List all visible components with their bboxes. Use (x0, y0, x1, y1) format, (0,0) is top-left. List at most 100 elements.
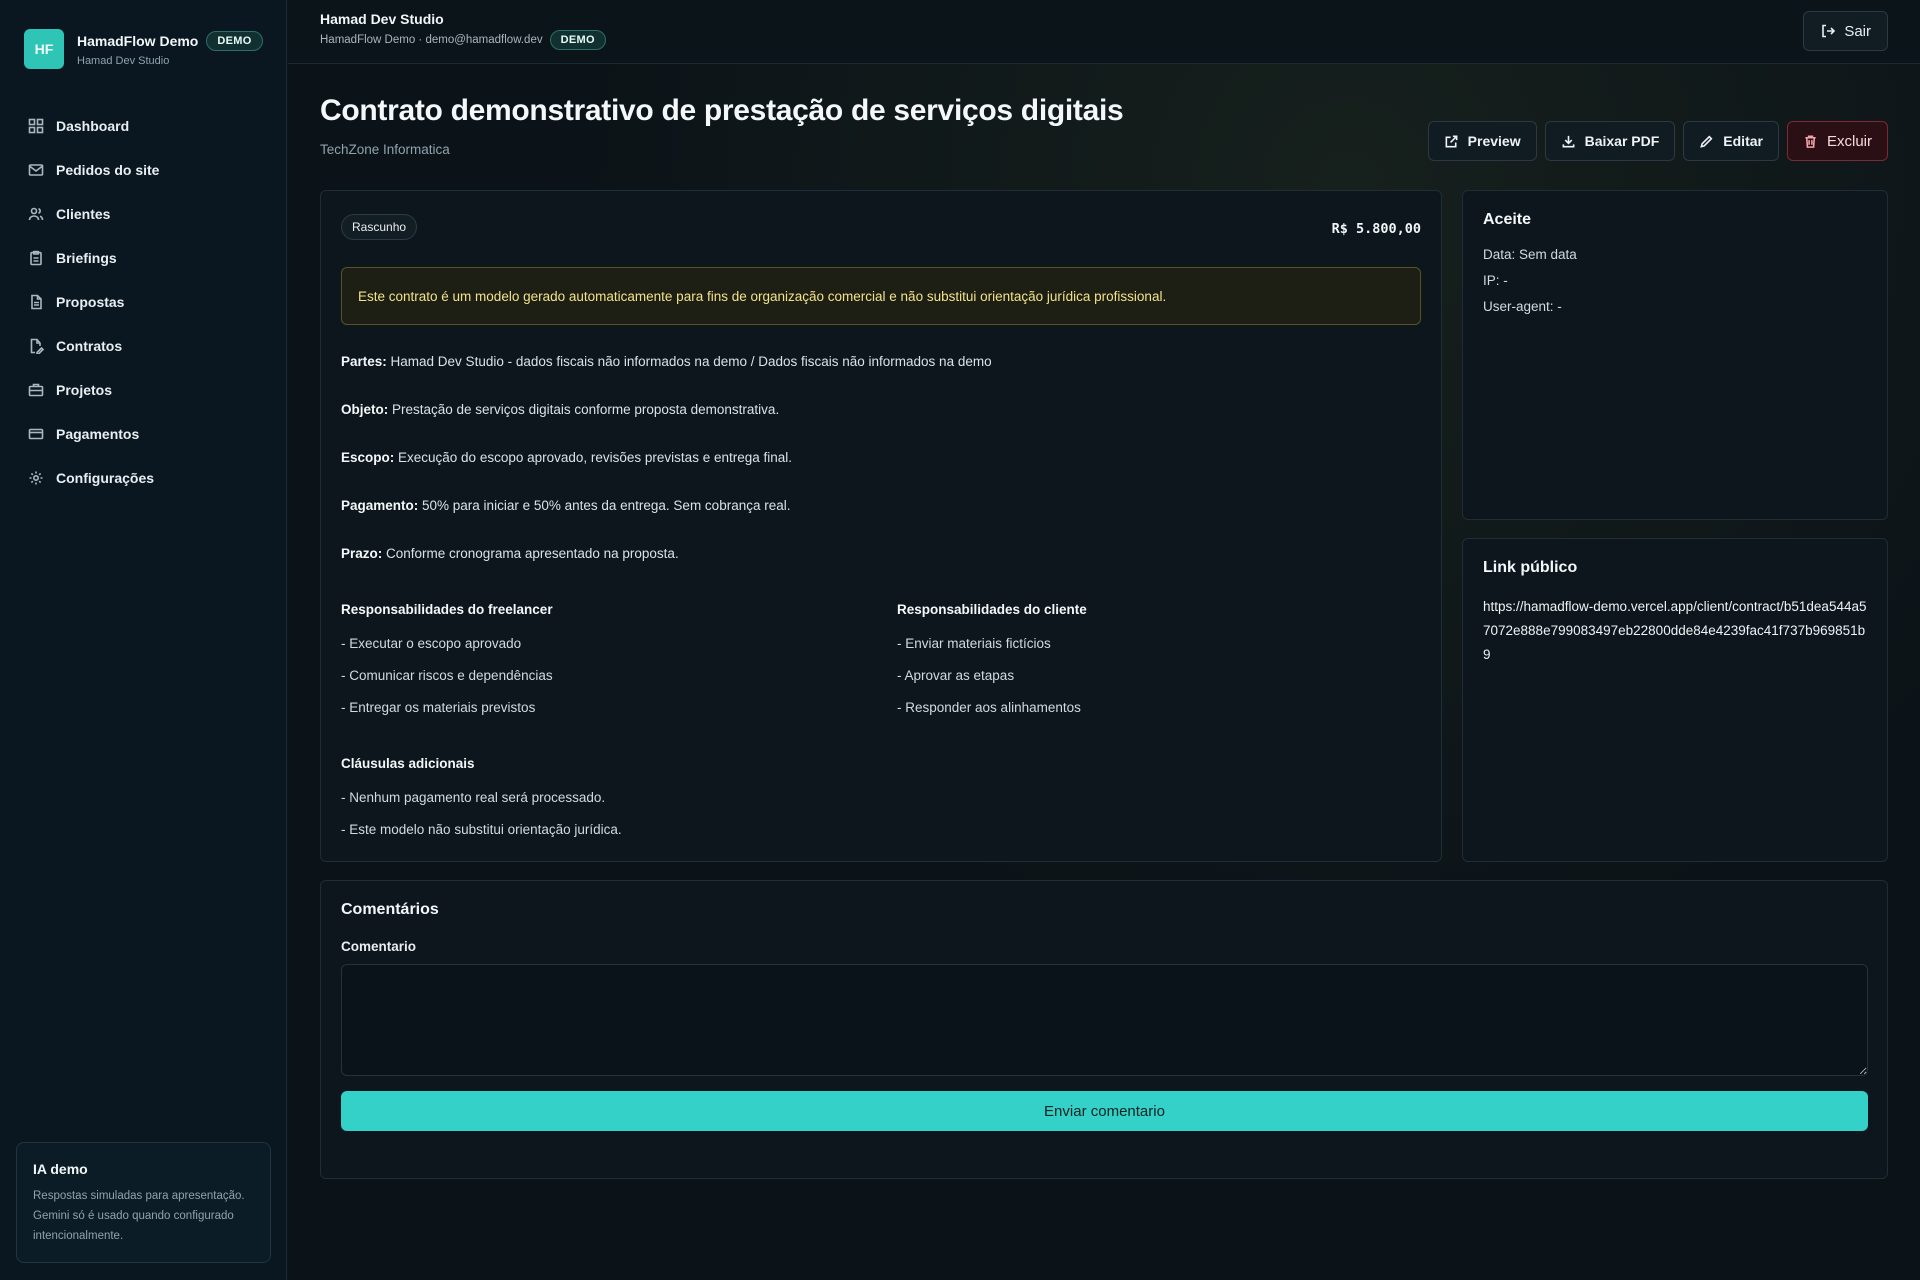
brand-subtitle: Hamad Dev Studio (77, 55, 170, 67)
legal-notice: Este contrato é um modelo gerado automat… (341, 267, 1421, 325)
delete-button[interactable]: Excluir (1786, 121, 1888, 161)
list-item: - Aprovar as etapas (897, 668, 1015, 683)
sidebar-item-contratos[interactable]: Contratos (0, 324, 287, 368)
download-icon (1562, 135, 1575, 147)
clause-text: 50% para iniciar e 50% antes da entrega.… (418, 498, 791, 513)
credit-card-icon (28, 428, 44, 440)
clause-prazo: Prazo: Conforme cronograma apresentado n… (341, 546, 679, 561)
sidebar-item-projetos[interactable]: Projetos (0, 368, 287, 412)
clause-text: Execução do escopo aprovado, revisões pr… (394, 450, 793, 465)
list-item: - Enviar materiais fictícios (897, 636, 1051, 651)
ia-demo-title: IA demo (33, 1161, 88, 1177)
edit-label: Editar (1723, 133, 1763, 149)
account-info: HamadFlow Demo · demo@hamadflow.dev (320, 34, 543, 46)
public-link-url[interactable]: https://hamadflow-demo.vercel.app/client… (1483, 595, 1867, 667)
sidebar-item-propostas[interactable]: Propostas (0, 280, 287, 324)
sidebar-item-configuracoes[interactable]: Configurações (0, 456, 287, 500)
public-link-card: Link público https://hamadflow-demo.verc… (1462, 538, 1888, 862)
demo-badge: DEMO (206, 31, 263, 51)
freelancer-responsibilities-title: Responsabilidades do freelancer (341, 602, 553, 617)
brand-name: HamadFlow Demo (77, 33, 199, 49)
users-icon (28, 207, 44, 221)
list-item: - Entregar os materiais previstos (341, 700, 536, 715)
clause-label: Pagamento: (341, 498, 419, 513)
main-content: Contrato demonstrativo de prestação de s… (288, 64, 1920, 1280)
clause-label: Prazo: (341, 546, 383, 561)
clause-text: Conforme cronograma apresentado na propo… (382, 546, 679, 561)
contract-actions: Preview Baixar PDF Editar Excluir (1427, 121, 1888, 161)
additional-clauses-title: Cláusulas adicionais (341, 756, 475, 771)
clause-partes: Partes: Hamad Dev Studio - dados fiscais… (341, 354, 992, 369)
sidebar-item-label: Projetos (56, 382, 113, 398)
clause-label: Escopo: (341, 450, 395, 465)
sidebar-item-clientes[interactable]: Clientes (0, 192, 287, 236)
gear-icon (29, 471, 43, 485)
clause-text: Prestação de serviços digitais conforme … (388, 402, 780, 417)
sidebar-nav: Dashboard Pedidos do site Clientes Brief… (0, 104, 287, 500)
list-item: - Comunicar riscos e dependências (341, 668, 553, 683)
brand-logo: HF (24, 29, 64, 69)
logout-button[interactable]: Sair (1803, 11, 1888, 51)
sidebar-item-label: Clientes (56, 206, 111, 222)
download-pdf-label: Baixar PDF (1584, 133, 1660, 149)
sidebar-item-briefings[interactable]: Briefings (0, 236, 287, 280)
send-comment-button[interactable]: Enviar comentario (341, 1091, 1868, 1131)
comment-field-label: Comentario (341, 939, 417, 954)
public-link-title: Link público (1483, 559, 1578, 576)
logout-icon (1822, 24, 1836, 38)
clause-label: Objeto: (341, 402, 389, 417)
edit-button[interactable]: Editar (1683, 121, 1779, 161)
demo-badge: DEMO (549, 30, 606, 50)
brand: HF HamadFlow Demo DEMO Hamad Dev Studio (24, 29, 263, 69)
sidebar-item-label: Pedidos do site (56, 162, 160, 178)
list-item: - Responder aos alinhamentos (897, 700, 1081, 715)
trash-icon (1805, 135, 1816, 148)
list-item: - Nenhum pagamento real será processado. (341, 790, 606, 805)
contract-amount: R$ 5.800,00 (1331, 221, 1421, 237)
status-badge: Rascunho (341, 214, 418, 240)
client-responsibilities-title: Responsabilidades do cliente (897, 602, 1087, 617)
list-item: - Executar o escopo aprovado (341, 636, 522, 651)
logout-label: Sair (1844, 22, 1871, 40)
preview-label: Preview (1467, 133, 1521, 149)
comments-card: Comentários Comentario Enviar comentario (320, 880, 1888, 1179)
sidebar-item-label: Briefings (56, 250, 117, 266)
briefcase-icon (28, 383, 44, 397)
sidebar-item-label: Configurações (56, 470, 155, 486)
acceptance-title: Aceite (1483, 211, 1532, 228)
sidebar-item-label: Dashboard (56, 118, 130, 134)
sidebar: HF HamadFlow Demo DEMO Hamad Dev Studio … (0, 0, 287, 1280)
ia-demo-text: Respostas simuladas para apresentação. G… (33, 1190, 245, 1242)
workspace-title: Hamad Dev Studio (320, 11, 444, 27)
acceptance-card: Aceite Data: Sem data IP: - User-agent: … (1462, 190, 1888, 520)
clause-text: Hamad Dev Studio - dados fiscais não inf… (386, 354, 992, 369)
sidebar-item-pagamentos[interactable]: Pagamentos (0, 412, 287, 456)
sidebar-item-pedidos[interactable]: Pedidos do site (0, 148, 287, 192)
external-link-icon (1445, 135, 1458, 147)
sidebar-item-label: Propostas (56, 294, 125, 310)
contract-card: Rascunho R$ 5.800,00 Este contrato é um … (320, 190, 1442, 862)
list-item: - Este modelo não substitui orientação j… (341, 822, 622, 837)
download-pdf-button[interactable]: Baixar PDF (1544, 121, 1676, 161)
mail-icon (28, 164, 44, 176)
contract-client-name: TechZone Informatica (320, 142, 450, 157)
clause-label: Partes: (341, 354, 387, 369)
acceptance-user-agent: User-agent: - (1483, 299, 1562, 314)
sidebar-item-label: Contratos (56, 338, 123, 354)
clipboard-icon (30, 250, 42, 266)
acceptance-date: Data: Sem data (1483, 247, 1577, 262)
ia-demo-panel: IA demo Respostas simuladas para apresen… (16, 1142, 271, 1263)
preview-button[interactable]: Preview (1427, 121, 1537, 161)
comment-textarea[interactable] (341, 964, 1868, 1076)
clause-pagamento: Pagamento: 50% para iniciar e 50% antes … (341, 498, 791, 513)
sidebar-item-label: Pagamentos (56, 426, 140, 442)
pencil-icon (1700, 134, 1713, 148)
dashboard-icon (28, 118, 44, 134)
delete-label: Excluir (1826, 132, 1872, 150)
sidebar-item-dashboard[interactable]: Dashboard (0, 104, 287, 148)
workspace-subtitle: HamadFlow Demo · demo@hamadflow.dev DEMO (320, 30, 606, 50)
page-title: Contrato demonstrativo de prestação de s… (320, 94, 1124, 127)
topbar: Hamad Dev Studio HamadFlow Demo · demo@h… (288, 0, 1920, 64)
acceptance-ip: IP: - (1483, 273, 1508, 288)
clause-objeto: Objeto: Prestação de serviços digitais c… (341, 402, 779, 417)
